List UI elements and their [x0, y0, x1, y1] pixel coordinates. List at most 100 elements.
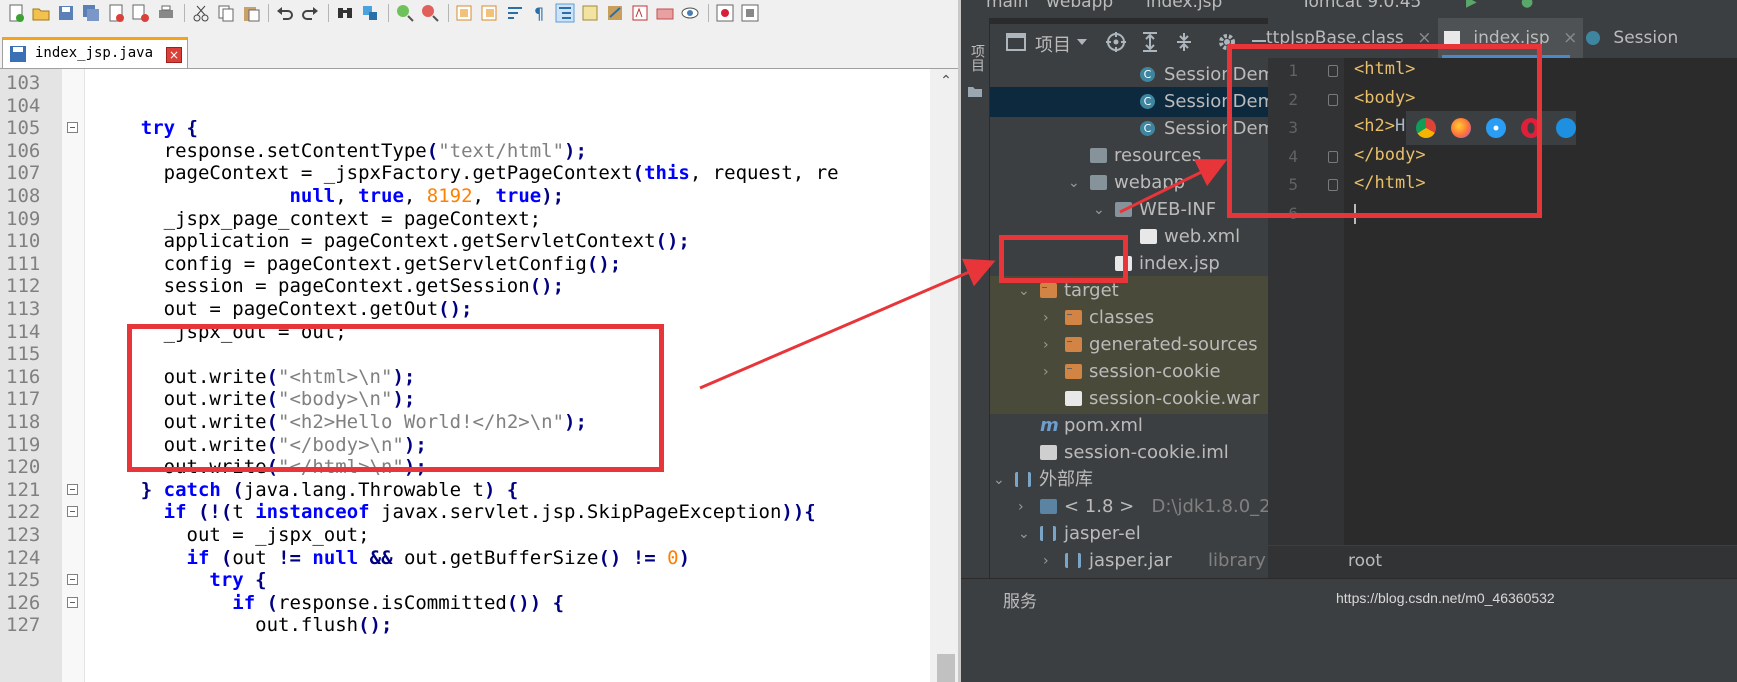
line-number: 124	[6, 546, 41, 569]
tree-item[interactable]: › classes	[990, 303, 1268, 333]
close-file-icon[interactable]	[106, 3, 126, 23]
stop-macro-icon[interactable]	[740, 3, 760, 23]
tree-item-label: resources	[1114, 145, 1202, 166]
chevron-down-icon[interactable]: ⌄	[1093, 195, 1105, 225]
code-line: 123 out = _jspx_out;	[0, 523, 930, 548]
paste-icon[interactable]	[241, 3, 261, 23]
toolbar-separator	[184, 4, 185, 22]
tree-item-label: 外部库	[1039, 469, 1093, 490]
eye-icon[interactable]	[680, 3, 700, 23]
tree-item-label: webapp	[1114, 172, 1186, 193]
replace-icon[interactable]	[360, 3, 380, 23]
print-icon[interactable]	[156, 3, 176, 23]
chevron-down-icon[interactable]: ⌄	[1018, 519, 1030, 549]
fold-toggle-icon[interactable]	[67, 122, 78, 134]
tree-item[interactable]: › session-cookie	[990, 357, 1268, 387]
project-tool-label[interactable]: 项目	[967, 44, 987, 72]
word-wrap-icon[interactable]	[505, 3, 525, 23]
chevron-right-icon[interactable]: ›	[1018, 492, 1030, 522]
fold-toggle-icon[interactable]	[67, 574, 78, 586]
sync-horizontal-icon[interactable]	[480, 3, 500, 23]
save-icon[interactable]	[56, 3, 76, 23]
line-number: 125	[6, 569, 41, 592]
services-tab[interactable]: 服务	[1003, 587, 1037, 612]
scrollbar-thumb[interactable]	[937, 654, 955, 682]
code-line: 106 response.setContentType("text/html")…	[0, 139, 930, 164]
ie-icon[interactable]	[1556, 118, 1576, 138]
chevron-down-icon[interactable]: ⌄	[993, 465, 1005, 495]
breadcrumb-main[interactable]: main	[986, 0, 1028, 12]
run-icon[interactable]: ▶	[1466, 0, 1480, 10]
doc-map-icon[interactable]	[580, 3, 600, 23]
locate-icon[interactable]	[1105, 31, 1127, 53]
zoom-in-icon[interactable]	[395, 3, 415, 23]
copy-icon[interactable]	[216, 3, 236, 23]
code-text: response.setContentType("text/html");	[95, 139, 587, 162]
chevron-right-icon[interactable]: ›	[1043, 303, 1055, 333]
chevron-down-icon[interactable]	[1076, 38, 1088, 46]
tree-item-label: session-cookie.war	[1089, 388, 1260, 409]
fold-toggle-icon[interactable]	[67, 483, 78, 495]
vertical-scrollbar[interactable]: ⌃	[930, 69, 961, 682]
tree-item[interactable]: m pom.xml	[990, 411, 1268, 441]
fold-toggle-icon[interactable]	[67, 596, 78, 608]
open-file-icon[interactable]	[31, 3, 51, 23]
highlight-box-jsp-source	[1227, 44, 1542, 218]
chevron-right-icon[interactable]: ›	[1043, 546, 1055, 576]
folder-icon	[968, 87, 982, 97]
fold-toggle-icon[interactable]	[67, 506, 78, 518]
tree-item[interactable]: ⌄ 外部库	[990, 465, 1268, 495]
close-all-icon[interactable]	[131, 3, 151, 23]
indent-guide-icon[interactable]	[555, 3, 575, 23]
sync-vertical-icon[interactable]	[455, 3, 475, 23]
folder-workspace-icon[interactable]	[630, 3, 650, 23]
debug-icon[interactable]: ●	[1521, 0, 1535, 10]
chevron-right-icon[interactable]: ›	[1043, 330, 1055, 360]
breadcrumb-index-jsp[interactable]: index.jsp	[1146, 0, 1222, 12]
breadcrumb-webapp[interactable]: webapp	[1046, 0, 1113, 12]
tree-item[interactable]: › jasper.jar library 根	[990, 546, 1268, 576]
monitoring-icon[interactable]	[655, 3, 675, 23]
tree-item[interactable]: ⌄ jasper-el	[990, 519, 1268, 549]
line-number: 111	[6, 252, 41, 275]
save-all-icon[interactable]	[81, 3, 101, 23]
tree-item-label: generated-sources	[1089, 334, 1258, 355]
breadcrumb-root[interactable]: root	[1348, 551, 1382, 571]
chevron-right-icon[interactable]: ›	[1043, 357, 1055, 387]
tree-item[interactable]: › generated-sources	[990, 330, 1268, 360]
show-all-chars-icon[interactable]: ¶	[530, 3, 550, 23]
redo-icon[interactable]	[300, 3, 320, 23]
close-icon[interactable]: ×	[1563, 28, 1577, 48]
chevron-down-icon[interactable]: ⌄	[1068, 168, 1080, 198]
code-text: session = pageContext.getSession();	[95, 275, 565, 298]
code-text: config = pageContext.getServletConfig();	[95, 252, 622, 275]
find-icon[interactable]	[335, 3, 355, 23]
function-list-icon[interactable]	[605, 3, 625, 23]
tree-item[interactable]: › < 1.8 > D:\jdk1.8.0_241	[990, 492, 1268, 522]
undo-icon[interactable]	[275, 3, 295, 23]
zoom-out-icon[interactable]	[420, 3, 440, 23]
code-line: 125 try {	[0, 568, 930, 593]
collapse-all-icon[interactable]	[1174, 31, 1194, 53]
navigation-bar: main webapp index.jsp Tomcat 9.0.45 ▶ ●	[961, 0, 1737, 18]
new-file-icon[interactable]	[6, 3, 26, 23]
tab-index-jsp-java[interactable]: index_jsp.java ×	[2, 37, 188, 68]
expand-all-icon[interactable]	[1140, 31, 1160, 53]
minimize-icon[interactable]	[1252, 40, 1266, 42]
tree-item-label: pom.xml	[1064, 415, 1143, 436]
record-macro-icon[interactable]	[715, 3, 735, 23]
run-config-tomcat[interactable]: Tomcat 9.0.45	[1301, 0, 1421, 12]
line-number: 103	[6, 72, 41, 94]
code-line: 111 config = pageContext.getServletConfi…	[0, 252, 930, 277]
code-line: 113 out = pageContext.getOut();	[0, 297, 930, 322]
tab-session[interactable]: Session	[1586, 18, 1678, 58]
project-title[interactable]: 项目	[1035, 31, 1071, 57]
close-icon[interactable]: ×	[166, 47, 182, 63]
line-number: 105	[6, 117, 41, 140]
tree-item[interactable]: session-cookie.war	[990, 384, 1268, 414]
tree-item[interactable]: session-cookie.iml	[990, 438, 1268, 468]
scroll-up-icon[interactable]: ⌃	[938, 73, 954, 91]
editor-breadcrumb-bar: root	[1268, 545, 1737, 578]
cut-icon[interactable]	[191, 3, 211, 23]
code-text: pageContext = _jspxFactory.getPageContex…	[95, 162, 839, 185]
